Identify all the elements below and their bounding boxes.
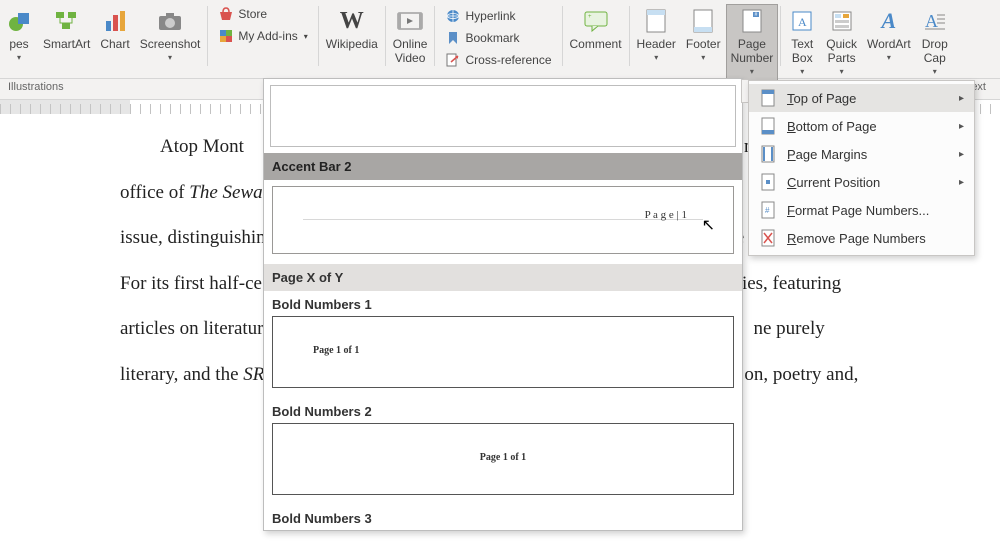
wikipedia-button[interactable]: W Wikipedia (321, 4, 383, 54)
submenu-arrow-icon: ▸ (959, 93, 964, 104)
page-bottom-icon (759, 117, 777, 135)
dropdown-icon: ▾ (654, 51, 658, 65)
page-margins-icon (759, 145, 777, 163)
page-top-icon (759, 89, 777, 107)
footer-button[interactable]: Footer ▾ (681, 4, 726, 68)
page-number-gallery: ▴ Accent Bar 2 P a g e | 1 ↖ Page X of Y… (263, 78, 743, 531)
online-video-button[interactable]: Online Video (388, 4, 433, 68)
dropdown-icon: ▾ (701, 51, 705, 65)
crossref-icon (445, 52, 461, 68)
dropdown-icon: ▾ (800, 65, 804, 79)
quickparts-button[interactable]: Quick Parts ▾ (821, 4, 862, 82)
dropdown-icon: ▾ (17, 51, 21, 65)
addins-icon (218, 28, 234, 44)
store-icon (218, 6, 234, 22)
quickparts-icon (828, 7, 856, 35)
svg-text:#: # (765, 206, 770, 215)
bookmark-icon (445, 30, 461, 46)
gallery-label-bold3: Bold Numbers 3 (264, 505, 742, 530)
screenshot-icon (156, 7, 184, 35)
wordart-icon: A (875, 7, 903, 35)
menu-page-margins[interactable]: Page Margins ▸ (749, 140, 974, 168)
menu-bottom-of-page[interactable]: Bottom of Page ▸ (749, 112, 974, 140)
dropdown-icon: ▾ (840, 65, 844, 79)
screenshot-button[interactable]: Screenshot ▾ (135, 4, 206, 68)
dropdown-icon: ▾ (887, 51, 891, 65)
ribbon: pes ▾ SmartArt Chart Screenshot ▾ Store … (0, 0, 1000, 79)
textbox-button[interactable]: A Text Box ▾ (783, 4, 821, 82)
cursor-icon: ↖ (702, 215, 715, 235)
svg-text:+: + (588, 14, 592, 20)
hyperlink-icon (445, 8, 461, 24)
gallery-item-accent-bar-2[interactable]: P a g e | 1 ↖ (272, 186, 734, 254)
gallery-preview[interactable] (270, 85, 736, 147)
gallery-label-bold1: Bold Numbers 1 (264, 291, 742, 316)
gallery-header-pagexy: Page X of Y (264, 264, 742, 291)
page-number-menu: TTop of Pageop of Page ▸ Bottom of Page … (748, 80, 975, 256)
hyperlink-button[interactable]: Hyperlink (441, 6, 555, 26)
gallery-item-bold-numbers-1[interactable]: Page 1 of 1 (272, 316, 734, 388)
group-illustrations: Illustrations (0, 79, 216, 99)
page-number-button[interactable]: # Page Number ▾ (726, 4, 779, 82)
menu-remove-page-numbers[interactable]: Remove Page Numbers (749, 224, 974, 252)
svg-text:A: A (798, 15, 807, 29)
remove-numbers-icon (759, 229, 777, 247)
menu-top-of-page[interactable]: TTop of Pageop of Page ▸ (749, 84, 974, 112)
store-button[interactable]: Store (214, 4, 311, 24)
chart-icon (101, 7, 129, 35)
svg-text:#: # (754, 12, 757, 18)
gallery-header-accent: Accent Bar 2 (264, 153, 742, 180)
svg-text:A: A (925, 11, 938, 31)
comment-button[interactable]: + Comment (565, 4, 627, 54)
smartart-icon (53, 7, 81, 35)
dropcap-button[interactable]: A Drop Cap ▾ (916, 4, 954, 82)
current-position-icon (759, 173, 777, 191)
shapes-icon (5, 7, 33, 35)
shapes-button[interactable]: pes ▾ (0, 4, 38, 68)
submenu-arrow-icon: ▸ (959, 177, 964, 188)
header-icon (642, 7, 670, 35)
submenu-arrow-icon: ▸ (959, 121, 964, 132)
dropcap-icon: A (921, 7, 949, 35)
chart-button[interactable]: Chart (95, 4, 134, 54)
bookmark-button[interactable]: Bookmark (441, 28, 555, 48)
textbox-icon: A (788, 7, 816, 35)
page-number-icon: # (738, 7, 766, 35)
wikipedia-icon: W (338, 7, 366, 35)
gallery-item-bold-numbers-2[interactable]: Page 1 of 1 (272, 423, 734, 495)
smartart-button[interactable]: SmartArt (38, 4, 95, 54)
dropdown-icon: ▾ (933, 65, 937, 79)
footer-icon (689, 7, 717, 35)
comment-icon: + (582, 7, 610, 35)
header-button[interactable]: Header ▾ (632, 4, 681, 68)
addins-button[interactable]: My Add-ins ▾ (214, 26, 311, 46)
gallery-label-bold2: Bold Numbers 2 (264, 398, 742, 423)
video-icon (396, 7, 424, 35)
crossref-button[interactable]: Cross-reference (441, 50, 555, 70)
dropdown-icon: ▾ (750, 65, 754, 79)
dropdown-icon: ▾ (168, 51, 172, 65)
submenu-arrow-icon: ▸ (959, 149, 964, 160)
format-numbers-icon: # (759, 201, 777, 219)
menu-format-page-numbers[interactable]: # Format Page Numbers... (749, 196, 974, 224)
wordart-button[interactable]: A WordArt ▾ (862, 4, 916, 68)
menu-current-position[interactable]: Current Position ▸ (749, 168, 974, 196)
